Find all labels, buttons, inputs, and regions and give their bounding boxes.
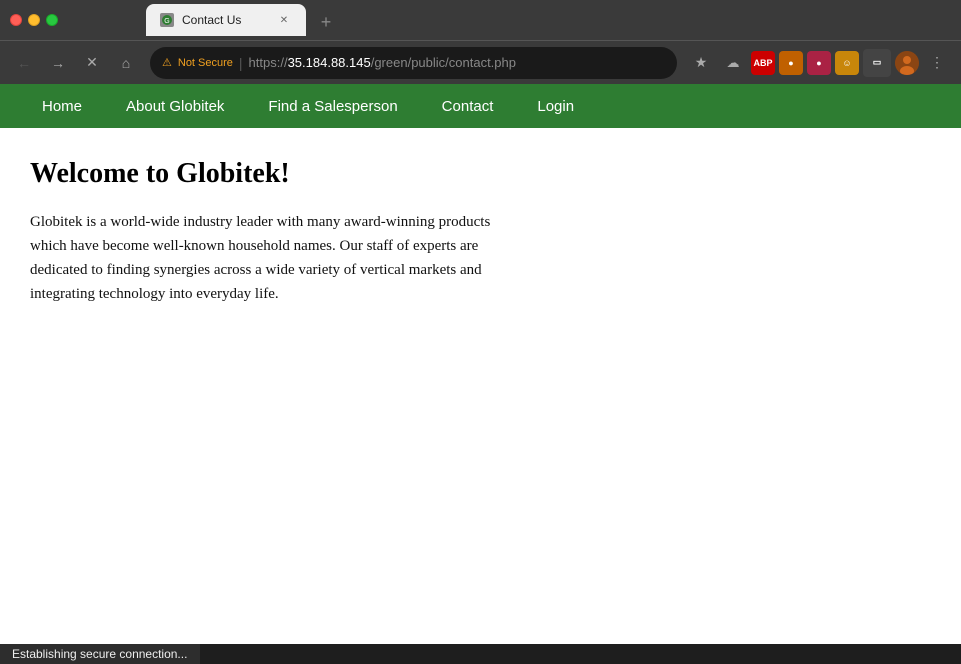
- site-main-content: Welcome to Globitek! Globitek is a world…: [0, 128, 961, 336]
- fullscreen-window-button[interactable]: [46, 14, 58, 26]
- close-window-button[interactable]: [10, 14, 22, 26]
- extension-3-icon: ☺: [842, 58, 851, 68]
- extension-1-icon: ●: [788, 58, 793, 68]
- nav-home[interactable]: Home: [20, 88, 104, 125]
- webpage-content: Home About Globitek Find a Salesperson C…: [0, 84, 961, 644]
- extension-button-2[interactable]: ●: [807, 51, 831, 75]
- nav-login[interactable]: Login: [515, 88, 596, 125]
- extension-button-4[interactable]: ▭: [863, 49, 891, 77]
- bookmark-button[interactable]: ★: [687, 49, 715, 77]
- extension-button-3[interactable]: ☺: [835, 51, 859, 75]
- title-bar: G Contact Us ✕ +: [0, 0, 961, 40]
- tab-close-button[interactable]: ✕: [276, 12, 292, 28]
- extension-button-1[interactable]: ●: [779, 51, 803, 75]
- page-body-text: Globitek is a world-wide industry leader…: [30, 210, 530, 306]
- url-host: 35.184.88.145: [288, 55, 371, 70]
- status-bar: Establishing secure connection...: [0, 644, 200, 664]
- tab-title: Contact Us: [182, 13, 268, 27]
- nav-about[interactable]: About Globitek: [104, 88, 246, 125]
- back-icon: ←: [17, 55, 31, 71]
- forward-button[interactable]: →: [44, 49, 72, 77]
- status-text: Establishing secure connection...: [12, 647, 187, 661]
- url-path: /green/public/contact.php: [371, 55, 516, 70]
- traffic-lights: [10, 14, 58, 26]
- adblock-icon: ABP: [753, 58, 772, 68]
- home-icon: ⌂: [122, 55, 130, 71]
- new-tab-button[interactable]: +: [312, 8, 340, 36]
- svg-text:G: G: [164, 18, 169, 25]
- reload-icon: ✕: [86, 54, 98, 71]
- minimize-window-button[interactable]: [28, 14, 40, 26]
- bookmark-icon: ★: [695, 54, 708, 71]
- nav-find-salesperson[interactable]: Find a Salesperson: [246, 88, 419, 125]
- page-title: Welcome to Globitek!: [30, 158, 931, 190]
- site-nav: Home About Globitek Find a Salesperson C…: [0, 84, 961, 128]
- url-display: https://35.184.88.145/green/public/conta…: [249, 55, 665, 70]
- tab-bar: G Contact Us ✕ +: [76, 4, 951, 36]
- cloud-icon: ☁: [727, 55, 740, 71]
- extension-2-icon: ●: [816, 58, 821, 68]
- address-input[interactable]: ⚠ Not Secure | https://35.184.88.145/gre…: [150, 47, 677, 79]
- reload-button[interactable]: ✕: [78, 49, 106, 77]
- not-secure-label: Not Secure: [178, 57, 233, 69]
- extension-4-icon: ▭: [873, 57, 882, 68]
- back-button[interactable]: ←: [10, 49, 38, 77]
- forward-icon: →: [51, 55, 65, 71]
- more-options-icon: ⋮: [930, 54, 944, 71]
- nav-contact[interactable]: Contact: [420, 88, 516, 125]
- tab-favicon-icon: G: [160, 13, 174, 27]
- security-warning-icon: ⚠: [162, 56, 172, 69]
- toolbar-icons: ★ ☁ ABP ● ● ☺ ▭: [687, 49, 951, 77]
- cloud-extension-button[interactable]: ☁: [719, 49, 747, 77]
- address-bar: ← → ✕ ⌂ ⚠ Not Secure | https://35.184.88…: [0, 40, 961, 84]
- menu-button[interactable]: ⋮: [923, 49, 951, 77]
- profile-avatar[interactable]: [895, 51, 919, 75]
- url-separator: |: [239, 55, 243, 71]
- adblock-extension-button[interactable]: ABP: [751, 51, 775, 75]
- browser-chrome: G Contact Us ✕ + ← → ✕ ⌂ ⚠ Not Secure | …: [0, 0, 961, 84]
- browser-tab[interactable]: G Contact Us ✕: [146, 4, 306, 36]
- home-button[interactable]: ⌂: [112, 49, 140, 77]
- url-protocol: https://: [249, 55, 288, 70]
